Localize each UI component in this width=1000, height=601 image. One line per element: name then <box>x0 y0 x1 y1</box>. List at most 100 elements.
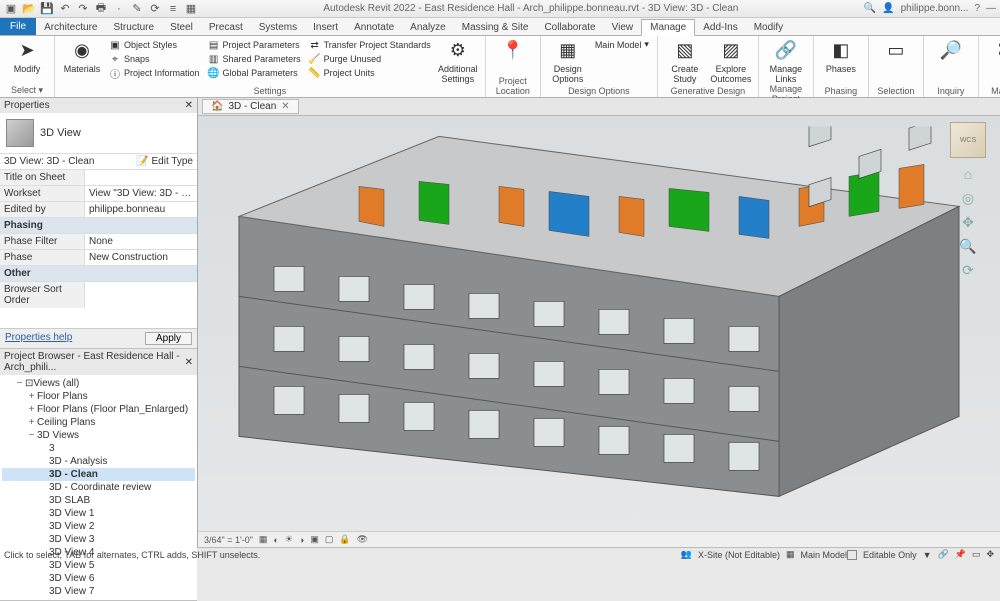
macros-button[interactable]: ⌘ <box>985 38 1000 62</box>
tree-item[interactable]: +Floor Plans (Floor Plan_Enlarged) <box>2 403 195 416</box>
model-icon[interactable]: ▦ <box>786 549 795 560</box>
tree-root[interactable]: −⊡ Views (all) <box>2 377 195 390</box>
tree-item[interactable]: 3D SLAB <box>2 494 195 507</box>
phases-button[interactable]: ◧Phases <box>820 38 862 74</box>
steering-wheel-icon[interactable]: ◎ <box>959 190 977 208</box>
tab-annotate[interactable]: Annotate <box>346 20 402 35</box>
tab-addins[interactable]: Add-Ins <box>695 20 745 35</box>
additional-settings-button[interactable]: ⚙Additional Settings <box>437 38 479 84</box>
tree-item[interactable]: 3D - Clean <box>2 468 195 481</box>
tree-item[interactable]: 3D - Coordinate review <box>2 481 195 494</box>
location-button[interactable]: 📍 <box>492 38 534 64</box>
drag-icon[interactable]: ✥ <box>986 549 994 560</box>
project-params-button[interactable]: ▤Project Parameters <box>206 38 303 52</box>
purge-button[interactable]: 🧹Purge Unused <box>307 52 433 66</box>
tree-item[interactable]: +Floor Plans <box>2 390 195 403</box>
select-links-icon[interactable]: 🔗 <box>938 549 949 560</box>
qat-icon[interactable]: ≡ <box>166 2 180 16</box>
tab-architecture[interactable]: Architecture <box>36 20 105 35</box>
search-icon[interactable]: 🔍 <box>864 3 876 14</box>
filter-icon[interactable]: ▼ <box>923 550 932 560</box>
tab-collaborate[interactable]: Collaborate <box>536 20 603 35</box>
redo-icon[interactable]: ↷ <box>76 2 90 16</box>
shadows-icon[interactable]: ◑ <box>299 535 304 545</box>
scale-selector[interactable]: 3/64" = 1'-0" <box>204 535 253 545</box>
selection-button[interactable]: ▭ <box>875 38 917 62</box>
undo-icon[interactable]: ↶ <box>58 2 72 16</box>
tree-item[interactable]: 3D View 1 <box>2 507 195 520</box>
snaps-button[interactable]: ⌖Snaps <box>107 52 202 66</box>
tab-massing[interactable]: Massing & Site <box>454 20 537 35</box>
transfer-standards-button[interactable]: ⇄Transfer Project Standards <box>307 38 433 52</box>
modify-button[interactable]: ➤Modify <box>6 38 48 74</box>
lock-icon[interactable]: 🔒 <box>339 534 350 545</box>
qat-icon[interactable]: ▦ <box>184 2 198 16</box>
view-type-label[interactable]: 3D View <box>40 127 81 139</box>
3d-viewport[interactable]: WCS ⌂ ◎ ✥ 🔍 ⟳ <box>198 116 1000 531</box>
properties-help-link[interactable]: Properties help <box>5 332 72 345</box>
crop-region-icon[interactable]: ▢ <box>325 534 334 545</box>
object-styles-button[interactable]: ▣Object Styles <box>107 38 202 52</box>
qat-icon[interactable]: ⟳ <box>148 2 162 16</box>
tab-view[interactable]: View <box>604 20 642 35</box>
help-icon[interactable]: ? <box>974 3 980 14</box>
create-study-button[interactable]: ▧Create Study <box>664 38 706 84</box>
detail-level-icon[interactable]: ▦ <box>259 534 268 545</box>
main-model-select[interactable]: Main Model ▾ <box>593 38 651 51</box>
design-options-button[interactable]: ▦Design Options <box>547 38 589 84</box>
tree-item[interactable]: 3D - Analysis <box>2 455 195 468</box>
apply-button[interactable]: Apply <box>145 332 192 345</box>
group-select[interactable]: Select ▾ <box>6 85 48 97</box>
tab-steel[interactable]: Steel <box>162 20 201 35</box>
select-pinned-icon[interactable]: 📌 <box>955 549 966 560</box>
print-icon[interactable]: 🖶 <box>94 2 108 16</box>
orbit-icon[interactable]: ⟳ <box>959 262 977 280</box>
zoom-icon[interactable]: 🔍 <box>959 238 977 256</box>
close-icon[interactable]: ✕ <box>185 100 193 111</box>
tree-item[interactable]: 3D View 2 <box>2 520 195 533</box>
project-browser-tree[interactable]: −⊡ Views (all) +Floor Plans+Floor Plans … <box>0 375 197 600</box>
project-info-button[interactable]: ⓘProject Information <box>107 66 202 80</box>
units-button[interactable]: 📏Project Units <box>307 66 433 80</box>
min-icon[interactable]: — <box>986 3 996 14</box>
instance-selector[interactable]: 3D View: 3D - Clean <box>4 156 94 167</box>
tab-modify[interactable]: Modify <box>746 20 791 35</box>
tab-insert[interactable]: Insert <box>305 20 346 35</box>
user-icon[interactable]: 👤 <box>882 3 894 14</box>
tree-item[interactable]: 3D View 7 <box>2 585 195 598</box>
close-icon[interactable]: ✕ <box>281 101 289 112</box>
tree-item[interactable]: 3D View 6 <box>2 572 195 585</box>
active-workset[interactable]: X-Site (Not Editable) <box>698 550 780 560</box>
pan-icon[interactable]: ✥ <box>959 214 977 232</box>
editable-only-checkbox[interactable] <box>847 550 857 560</box>
select-face-icon[interactable]: ▭ <box>972 549 981 560</box>
sun-icon[interactable]: ☀ <box>285 534 293 545</box>
inquiry-button[interactable]: 🔎 <box>930 38 972 62</box>
tab-analyze[interactable]: Analyze <box>402 20 454 35</box>
qat-icon[interactable]: ✎ <box>130 2 144 16</box>
global-params-button[interactable]: 🌐Global Parameters <box>206 66 303 80</box>
tab-systems[interactable]: Systems <box>251 20 305 35</box>
open-icon[interactable]: 📂 <box>22 2 36 16</box>
materials-button[interactable]: ◉Materials <box>61 38 103 74</box>
user-name[interactable]: philippe.bonn... <box>901 3 969 14</box>
main-model-status[interactable]: Main Model <box>801 550 848 560</box>
view-tab-3d-clean[interactable]: 🏠 3D - Clean ✕ <box>202 99 299 114</box>
save-icon[interactable]: 💾 <box>40 2 54 16</box>
shared-params-button[interactable]: ▥Shared Parameters <box>206 52 303 66</box>
tab-structure[interactable]: Structure <box>105 20 162 35</box>
close-icon[interactable]: ✕ <box>185 357 193 368</box>
tab-file[interactable]: File <box>0 18 36 35</box>
tree-item[interactable]: −3D Views <box>2 429 195 442</box>
explore-outcomes-button[interactable]: ▨Explore Outcomes <box>710 38 752 84</box>
workset-icon[interactable]: 👥 <box>681 549 692 560</box>
tree-item[interactable]: 3D View 3 <box>2 533 195 546</box>
edit-type-button[interactable]: 📝 Edit Type <box>136 156 193 167</box>
visual-style-icon[interactable]: ◐ <box>273 535 278 545</box>
view-cube[interactable]: WCS <box>950 122 986 158</box>
reveal-icon[interactable]: 👁 <box>357 534 368 545</box>
tab-precast[interactable]: Precast <box>201 20 251 35</box>
tree-item[interactable]: 3 <box>2 442 195 455</box>
tree-item[interactable]: +Ceiling Plans <box>2 416 195 429</box>
crop-icon[interactable]: ▣ <box>310 534 319 545</box>
